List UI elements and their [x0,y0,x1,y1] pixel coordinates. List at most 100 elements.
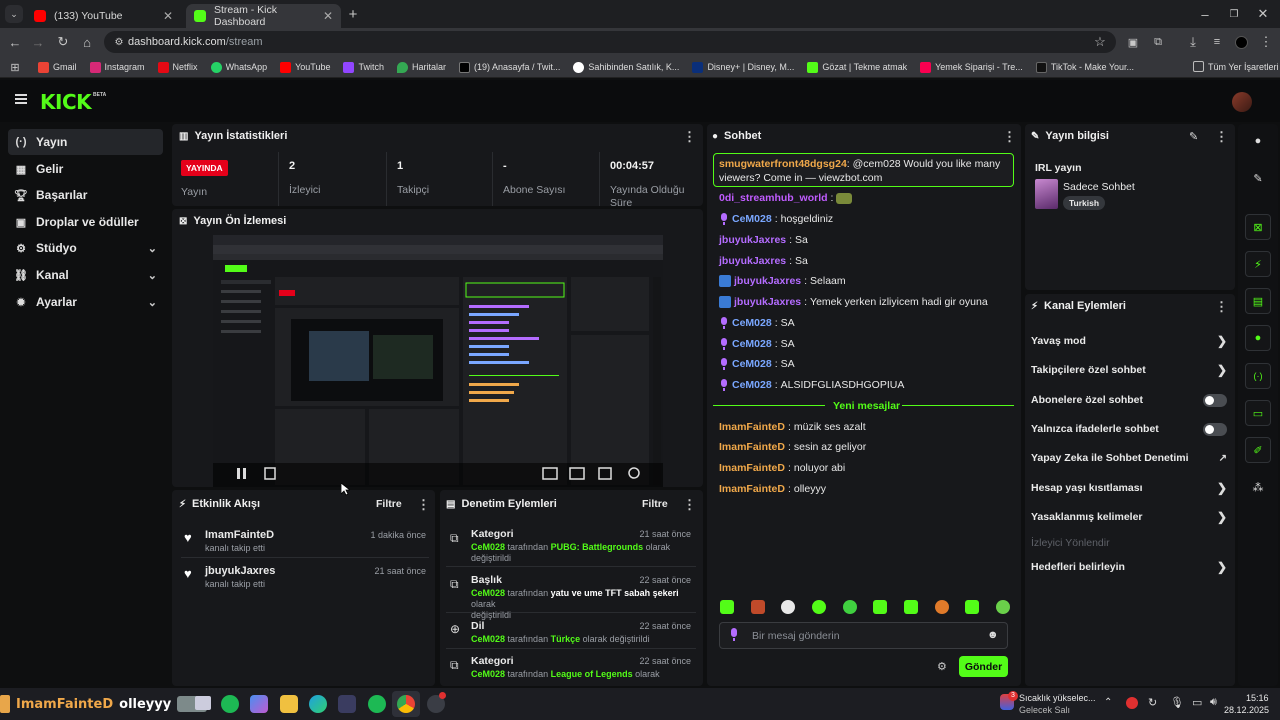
user-avatar[interactable] [1232,92,1252,112]
emoji-icon[interactable]: ☻ [987,629,999,641]
sidebar-item-studyo[interactable]: ⚙ Stüdyo ⌄ [8,235,163,261]
clock-time[interactable]: 15:16 [1246,693,1269,703]
bookmark-x[interactable]: (19) Anasayfa / Twit... [459,61,560,73]
tab-youtube[interactable]: (133) YouTube ✕ [26,4,181,28]
extensions-icon[interactable]: ⧉ [1149,33,1167,51]
activity-menu-icon[interactable]: ⋮ [417,497,430,513]
emote-icon[interactable] [934,600,949,614]
document-icon[interactable]: ▤ [1245,288,1271,314]
emote-icon[interactable] [781,600,796,614]
sidebar-item-yayin[interactable]: (·) Yayın [8,129,163,155]
home-icon[interactable]: ⌂ [78,33,96,51]
followers-only-row[interactable]: Takipçilere özel sohbet ❯ [1031,362,1227,378]
taskbar-app-icon[interactable] [195,696,211,710]
lightning-icon[interactable]: ⚡︎ [1245,251,1271,277]
sidebar-item-basarilar[interactable]: 🏆︎ Başarılar [8,182,163,208]
site-info-icon[interactable]: ⚙ [110,33,128,51]
file-explorer-icon[interactable] [280,695,298,713]
close-icon[interactable]: ✕ [163,9,173,23]
subscribers-only-toggle[interactable] [1203,393,1227,407]
account-age-row[interactable]: Hesap yaşı kısıtlaması ❯ [1031,480,1227,496]
emote-icon[interactable] [873,600,888,614]
sidebar-item-gelir[interactable]: ▦ Gelir [8,156,163,182]
display-icon[interactable]: ▭ [1192,696,1202,709]
profile-avatar[interactable] [1235,36,1248,49]
address-bar[interactable]: dashboard.kick.com/stream [104,31,1116,53]
activity-filter-button[interactable]: Filtre [376,498,402,510]
emote-icon[interactable] [995,600,1010,614]
wrench-icon[interactable]: ✐ [1245,437,1271,463]
bookmark-star-icon[interactable]: ☆ [1091,33,1109,51]
edit-icon[interactable]: ✎ [1189,130,1198,143]
bookmark-kick[interactable]: Gözat | Tekme atmak [807,61,907,73]
chevron-up-icon[interactable]: ⌃ [1104,697,1112,708]
forward-icon[interactable]: → [29,33,47,51]
kick-logo[interactable]: KICK [40,90,92,114]
preview-toggle-icon[interactable]: ⊠ [1245,214,1271,240]
chat-settings-icon[interactable]: ⚙ [937,660,947,673]
edge-icon[interactable] [309,695,327,713]
back-icon[interactable]: ← [6,33,24,51]
spotify-icon[interactable] [368,695,386,713]
microphone-tray-icon[interactable]: 🎙︎ [1170,696,1184,709]
screenshot-icon[interactable]: ▣ [1124,33,1142,51]
bookmark-sahibinden[interactable]: Sahibinden Satılık, K... [573,61,679,73]
chrome-icon[interactable] [397,695,415,713]
emotes-only-row[interactable]: Yalnızca ifadelerle sohbet [1031,421,1227,437]
emote-icon[interactable] [720,600,734,614]
all-bookmarks[interactable]: Tüm Yer İşaretleri [1193,61,1279,72]
sidebar-item-ayarlar[interactable]: ✹ Ayarlar ⌄ [8,289,163,315]
volume-icon[interactable]: 🔊︎ [1210,696,1217,709]
customize-icon[interactable]: ⁂ [1245,474,1271,500]
copilot-icon[interactable] [250,695,268,713]
edit-icon[interactable]: ✎ [1245,165,1271,191]
new-messages-label[interactable]: Yeni mesajlar [833,400,900,412]
bookmark-netflix[interactable]: Netflix [157,61,198,73]
reload-icon[interactable]: ↻ [54,33,72,51]
tab-search-icon[interactable]: ⌄ [5,5,23,23]
bookmark-tiktok[interactable]: TikTok - Make Your... [1035,61,1134,73]
stats-menu-icon[interactable]: ⋮ [683,129,696,145]
tab-kick-dashboard[interactable]: Stream - Kick Dashboard ✕ [186,4,341,28]
bookmark-instagram[interactable]: Instagram [89,61,145,73]
hamburger-menu-icon[interactable] [15,94,27,104]
emote-icon[interactable] [750,600,765,614]
close-icon[interactable]: ✕ [323,9,333,23]
emote-icon[interactable] [811,600,826,614]
store-icon[interactable] [338,695,356,713]
emote-icon[interactable] [965,600,980,614]
bookmark-youtube[interactable]: YouTube [280,61,330,73]
bookmark-twitch[interactable]: Twitch [343,61,384,73]
bookmark-gmail[interactable]: Gmail [38,61,77,73]
moderation-filter-button[interactable]: Filtre [642,498,668,510]
sidebar-item-kanal[interactable]: ⛓ Kanal ⌄ [8,262,163,288]
stream-preview-video[interactable] [213,235,663,487]
bookmark-whatsapp[interactable]: WhatsApp [210,61,267,73]
download-icon[interactable]: ⤓ [1184,33,1202,51]
stream-info-menu-icon[interactable]: ⋮ [1215,129,1228,145]
chat-bubble-icon[interactable]: ● [1245,325,1271,351]
layout-icon[interactable]: ▭ [1245,400,1271,426]
slow-mode-row[interactable]: Yavaş mod ❯ [1031,333,1227,349]
banned-words-row[interactable]: Yasaklanmış kelimeler ❯ [1031,509,1227,525]
media-icon[interactable]: ≡ [1208,33,1226,51]
clock-date[interactable]: 28.12.2025 [1224,705,1269,715]
send-button[interactable]: Gönder [959,656,1008,677]
maximize-button[interactable]: ❐ [1225,5,1243,23]
minimize-button[interactable]: – [1196,5,1214,23]
emotes-only-toggle[interactable] [1203,422,1227,436]
pinned-message[interactable]: smugwaterfront48dgsg24: @cem028 Would yo… [713,153,1014,187]
emote-icon[interactable] [903,600,918,614]
subscribers-only-row[interactable]: Abonelere özel sohbet [1031,392,1227,408]
close-window-button[interactable]: ✕ [1254,5,1272,23]
emote-icon[interactable] [842,600,857,614]
info-icon[interactable]: ● [1245,128,1271,154]
chat-menu-icon[interactable]: ⋮ [1003,129,1016,145]
goals-row[interactable]: Hedefleri belirleyin ❯ [1031,559,1227,575]
channel-actions-menu-icon[interactable]: ⋮ [1215,299,1228,315]
apps-grid-icon[interactable]: ⊞ [6,58,24,76]
tray-app-icon[interactable] [1126,697,1138,709]
sync-icon[interactable]: ↻ [1148,696,1157,709]
moderation-menu-icon[interactable]: ⋮ [683,497,696,513]
new-tab-button[interactable]: + [344,5,362,23]
